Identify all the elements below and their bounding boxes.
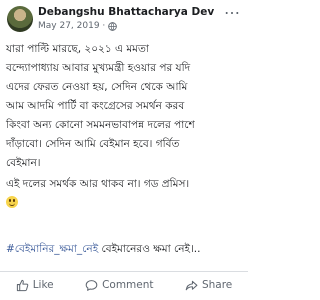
post-text-line: দাঁড়াবো। সেদিন আমি বেইমান হবে। গর্বিত [6, 138, 180, 150]
smile-emoji-line [6, 194, 246, 213]
more-options-icon[interactable]: … [224, 1, 240, 20]
post-meta: May 27, 2019 · [38, 21, 118, 31]
post-text-line: যারা পাল্টি মারছে, ২০২১ এ মমতা [6, 43, 149, 55]
comment-icon [85, 279, 98, 291]
share-button[interactable]: Share [185, 279, 232, 292]
post-text-line: বেইমান। [6, 157, 41, 169]
hashtag-link[interactable]: #বেইমানির_ক্ষমা_নেই [6, 243, 98, 255]
comment-label: Comment [102, 279, 154, 291]
post-text-line: এই দলের সমর্থক আর থাকব না। গড প্রমিস। [6, 178, 190, 190]
action-bar: Like Comment Share [0, 271, 248, 298]
hashtag-line: #বেইমানির_ক্ষমা_নেই বেইমানেরও ক্ষমা নেই।… [6, 242, 248, 259]
share-icon [185, 280, 198, 290]
post-date[interactable]: May 27, 2019 · [38, 21, 105, 31]
post-text: যারা পাল্টি মারছে, ২০২১ এ মমতা বন্দ্যোপা… [6, 40, 246, 173]
post-text-line: এদের ফেরত নেওয়া হয়, সেদিন থেকে আমি [6, 81, 188, 93]
comment-button[interactable]: Comment [85, 279, 154, 292]
post-text-second-paragraph: এই দলের সমর্থক আর থাকব না। গড প্রমিস। [6, 175, 246, 213]
share-label: Share [201, 279, 233, 291]
post-text-line: কিংবা অন্য কোনো সমমনভাবাপন্ন দলের পাশে [6, 119, 195, 131]
thumbs-up-icon [16, 279, 28, 291]
avatar[interactable] [7, 6, 33, 32]
globe-icon [108, 21, 118, 31]
like-button[interactable]: Like [16, 279, 54, 292]
post-text-line: বন্দ্যোপাধ্যায় আবার মুখ্যমন্ত্রী হওয়ার… [6, 62, 191, 74]
hashtag-trailing-text: বেইমানেরও ক্ষমা নেই।.. [98, 243, 201, 255]
like-label: Like [32, 279, 54, 291]
facebook-post: Debangshu Bhattacharya Dev May 27, 2019 … [0, 0, 248, 300]
smile-emoji-icon [6, 196, 18, 208]
author-name[interactable]: Debangshu Bhattacharya Dev [38, 6, 214, 18]
post-text-line: আম আদমি পার্টি বা কংগ্রেসের সমর্থন করব [6, 100, 185, 112]
